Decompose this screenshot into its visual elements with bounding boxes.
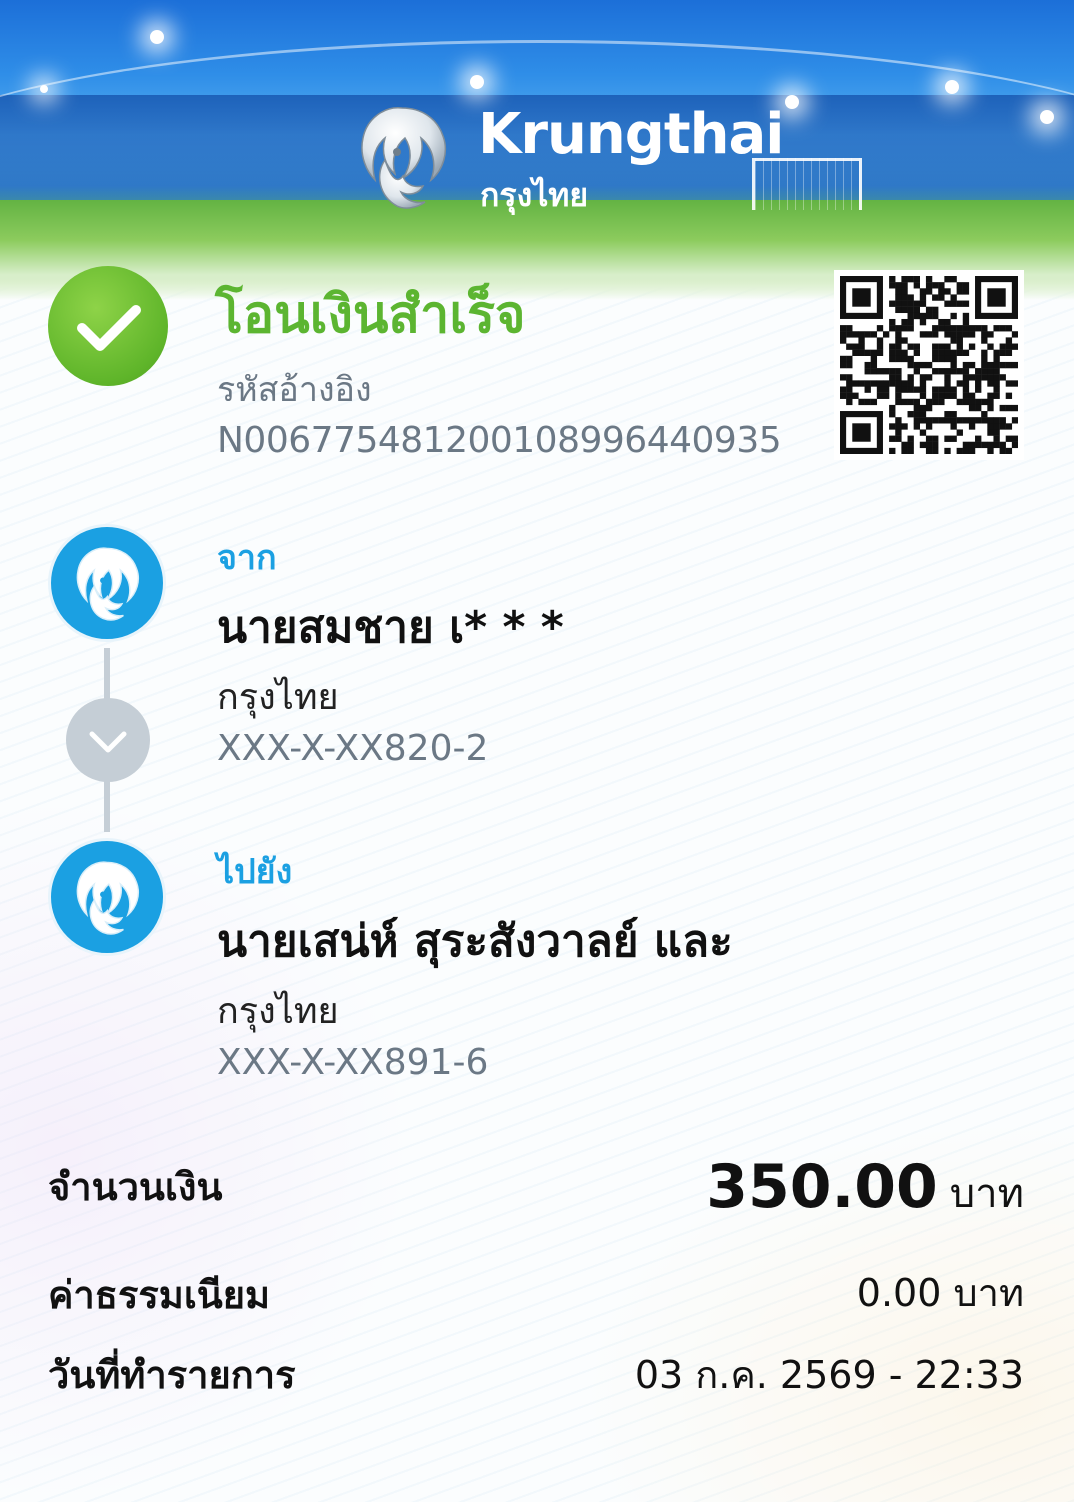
stadium-light: [1040, 110, 1054, 124]
chevron-down-icon: [89, 731, 127, 753]
reference-label: รหัสอ้างอิง: [217, 370, 372, 410]
transfer-slip: Krungthai กรุงไทย โอนเงินสำเร็จ รหัสอ้าง…: [0, 0, 1074, 1502]
from-name: นายสมชาย เ* * *: [217, 602, 564, 653]
to-name: นายเสน่ห์ สุระสังวาลย์ และ: [217, 916, 733, 967]
to-label: ไปยัง: [217, 852, 293, 892]
status-title: โอนเงินสำเร็จ: [215, 285, 526, 345]
reference-number: N006775481200108996440935: [217, 420, 782, 461]
date-label: วันที่ทำรายการ: [48, 1353, 296, 1397]
from-account: XXX-X-XX820-2: [217, 728, 489, 769]
check-icon: [77, 305, 141, 351]
krungthai-logo-icon: [76, 861, 140, 935]
stadium-light: [40, 85, 48, 93]
stadium-light: [785, 95, 799, 109]
amount-label: จำนวนเงิน: [48, 1165, 223, 1209]
to-account: XXX-X-XX891-6: [217, 1042, 489, 1083]
qr-code[interactable]: [834, 270, 1024, 460]
to-bank-avatar: [48, 838, 166, 956]
to-bank: กรุงไทย: [217, 991, 339, 1032]
stadium-light: [470, 75, 484, 89]
krungthai-logo-icon: [76, 547, 140, 621]
qr-code-icon: [840, 276, 1019, 455]
brand-name-th: กรุงไทย: [480, 176, 589, 214]
connector-line: [104, 780, 110, 832]
header-banner: Krungthai กรุงไทย: [0, 0, 1074, 300]
connector-line: [104, 648, 110, 700]
amount-value-group: 350.00 บาท: [706, 1152, 1024, 1225]
direction-badge: [66, 698, 150, 782]
from-bank-avatar: [48, 524, 166, 642]
date-value: 03 ก.ค. 2569 - 22:33: [634, 1353, 1024, 1397]
fee-label: ค่าธรรมเนียม: [48, 1273, 271, 1317]
amount-value: 350.00: [706, 1152, 938, 1222]
success-badge: [48, 266, 168, 386]
from-label: จาก: [217, 538, 277, 578]
fee-value: 0.00 บาท: [856, 1271, 1024, 1315]
stadium-light: [945, 80, 959, 94]
brand-name-en: Krungthai: [478, 102, 784, 167]
stadium-light: [150, 30, 164, 44]
krungthai-logo-icon: [361, 107, 447, 209]
from-bank: กรุงไทย: [217, 677, 339, 718]
amount-unit: บาท: [949, 1171, 1024, 1217]
